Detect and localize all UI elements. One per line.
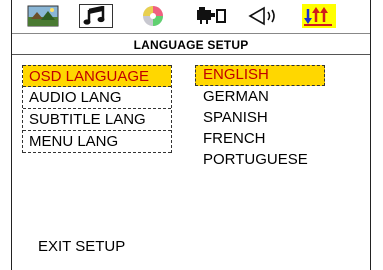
- setup-menu: OSD LANGUAGE AUDIO LANG SUBTITLE LANG ME…: [22, 65, 172, 153]
- option-spanish[interactable]: SPANISH: [195, 107, 325, 128]
- music-icon[interactable]: [79, 4, 113, 28]
- page-title: LANGUAGE SETUP: [12, 35, 370, 55]
- setup-screen: LANGUAGE SETUP OSD LANGUAGE AUDIO LANG S…: [11, 0, 371, 270]
- picture-icon[interactable]: [26, 4, 60, 28]
- language-options: ENGLISH GERMAN SPANISH FRENCH PORTUGUESE: [195, 65, 325, 170]
- option-english[interactable]: ENGLISH: [195, 65, 325, 86]
- speaker-icon[interactable]: [248, 4, 282, 28]
- option-german[interactable]: GERMAN: [195, 86, 325, 107]
- rating-icon[interactable]: [302, 4, 336, 28]
- disc-icon[interactable]: [136, 4, 170, 28]
- menu-item-osd-language[interactable]: OSD LANGUAGE: [23, 65, 171, 87]
- option-portuguese[interactable]: PORTUGUESE: [195, 149, 325, 170]
- menu-item-menu-lang[interactable]: MENU LANG: [23, 131, 171, 153]
- video-camera-icon[interactable]: [194, 4, 228, 28]
- exit-setup-button[interactable]: EXIT SETUP: [38, 238, 125, 255]
- menu-item-audio-lang[interactable]: AUDIO LANG: [23, 87, 171, 109]
- menu-item-subtitle-lang[interactable]: SUBTITLE LANG: [23, 109, 171, 131]
- setup-toolbar: [12, 0, 370, 34]
- option-french[interactable]: FRENCH: [195, 128, 325, 149]
